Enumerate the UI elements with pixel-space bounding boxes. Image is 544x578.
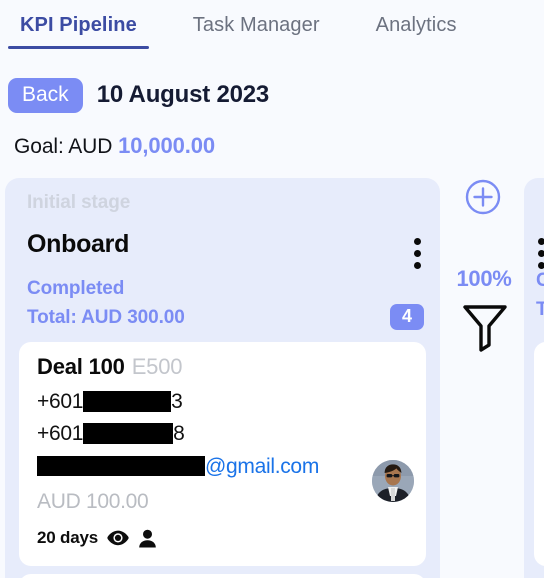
tab-kpi-pipeline[interactable]: KPI Pipeline [8, 0, 149, 49]
column-status: Completed [27, 278, 125, 299]
board-right-rail: 100% [448, 178, 520, 578]
column-title: Onboard [27, 230, 130, 258]
goal-amount: 10,000.00 [118, 133, 216, 158]
pipeline-column-next[interactable]: C T [524, 178, 544, 578]
kebab-dot [414, 250, 421, 257]
redaction-bar [37, 456, 205, 477]
tab-task-manager-label: Task Manager [192, 14, 320, 36]
pipeline-column-onboard: Initial stage Onboard Completed Total: A… [5, 178, 440, 578]
kebab-dot [538, 238, 544, 245]
deal-phone-secondary-suffix: 8 [173, 422, 185, 445]
deal-meta-row: 20 days [37, 528, 157, 548]
deal-amount: AUD 100.00 [37, 490, 149, 513]
tab-analytics[interactable]: Analytics [376, 0, 457, 37]
back-button[interactable]: Back [8, 77, 83, 113]
tab-kpi-pipeline-label: KPI Pipeline [20, 14, 137, 36]
goal-label: Goal: AUD [14, 135, 113, 158]
deal-code: E500 [131, 354, 183, 379]
tab-active-underline [8, 46, 149, 49]
next-column-card[interactable] [534, 342, 544, 566]
deal-phone-secondary: +601 8 [37, 422, 185, 446]
goal-line: Goal: AUD 10,000.00 [14, 133, 215, 159]
kebab-dot [538, 262, 544, 269]
deal-email-domain: @gmail.com [205, 455, 320, 478]
deal-age-days: 20 days [37, 528, 98, 547]
next-column-total: T [536, 299, 544, 320]
deal-card-secondary[interactable] [19, 574, 426, 578]
column-count-badge[interactable]: 4 [390, 304, 424, 330]
next-column-status: C [536, 270, 544, 291]
page-header: Back 10 August 2023 [0, 73, 544, 117]
tab-bar: KPI Pipeline Task Manager Analytics [0, 0, 544, 60]
avatar[interactable] [372, 460, 414, 502]
deal-phone-primary-suffix: 3 [171, 390, 183, 413]
kebab-dot [414, 238, 421, 245]
stage-progress-percent: 100% [456, 266, 512, 291]
kebab-menu-icon[interactable] [414, 238, 422, 269]
deal-name: Deal 100 [37, 354, 125, 379]
column-total: Total: AUD 300.00 [27, 307, 185, 328]
deal-card[interactable]: Deal 100 E500 +601 3 +601 8 @gmail.com AUD … [19, 342, 426, 566]
kebab-menu-icon[interactable] [538, 238, 544, 269]
person-icon[interactable] [138, 529, 157, 548]
plus-circle-icon[interactable] [464, 178, 502, 221]
eye-icon[interactable] [107, 530, 129, 546]
tab-task-manager[interactable]: Task Manager [193, 0, 320, 37]
deal-phone-primary: +601 3 [37, 390, 183, 414]
kpi-pipeline-screen: KPI Pipeline Task Manager Analytics Back… [0, 0, 544, 578]
deal-email[interactable]: @gmail.com [37, 455, 319, 479]
kebab-dot [414, 262, 421, 269]
deal-phone-secondary-prefix: +601 [37, 422, 84, 445]
column-stage-label: Initial stage [27, 192, 131, 213]
board-left-gutter [0, 356, 5, 578]
page-title: 10 August 2023 [96, 81, 270, 108]
redaction-bar [83, 422, 174, 444]
kebab-dot [538, 250, 544, 257]
deal-phone-primary-prefix: +601 [37, 390, 84, 413]
tab-analytics-label: Analytics [375, 14, 457, 36]
funnel-filter-icon[interactable] [462, 302, 508, 357]
redaction-bar [83, 390, 172, 412]
deal-title-row: Deal 100 E500 [37, 354, 182, 380]
